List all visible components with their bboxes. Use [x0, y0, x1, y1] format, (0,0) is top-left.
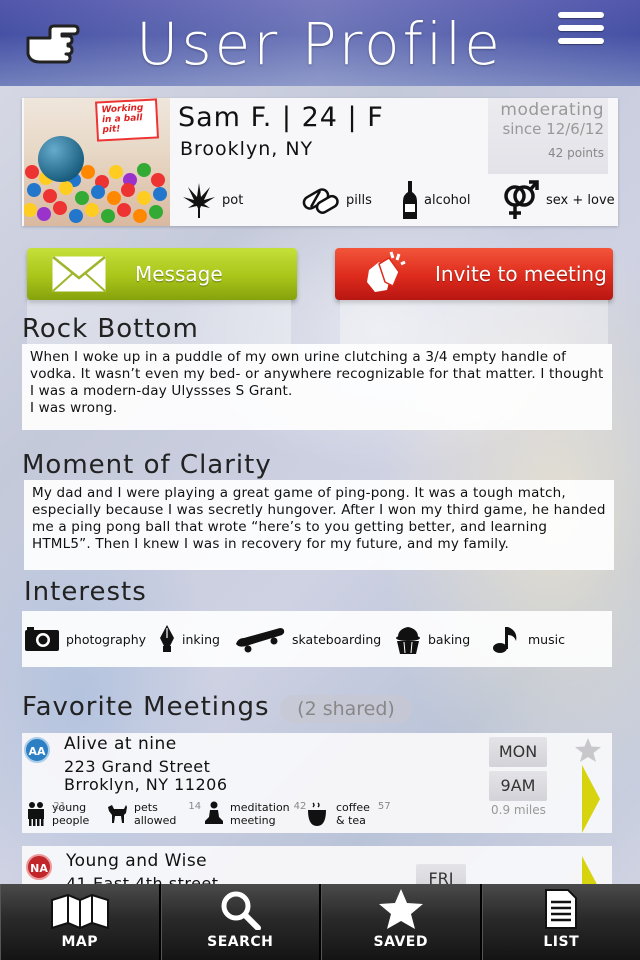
- moment-of-clarity-text: My dad and I were playing a great game o…: [24, 480, 614, 570]
- profile-card: Working in a ball pit! Sam F. | 24 | F B…: [22, 98, 618, 226]
- people-icon: [28, 802, 44, 826]
- user-name-age-gender: Sam F. | 24 | F: [178, 102, 384, 133]
- favorite-meetings-title: Favorite Meetings: [22, 692, 270, 722]
- tab-list[interactable]: LIST: [481, 884, 640, 960]
- meeting-address-line2: Brroklyn, NY 11206: [64, 775, 228, 794]
- map-icon: [50, 894, 109, 930]
- bottle-icon: [403, 181, 417, 219]
- message-button[interactable]: Message: [27, 248, 297, 300]
- skateboard-icon: [236, 628, 285, 653]
- pen-nib-icon: [160, 625, 174, 652]
- tab-search[interactable]: SEARCH: [160, 884, 321, 960]
- meeting-address-line1: 223 Grand Street: [64, 757, 211, 776]
- pills-icon: [302, 188, 339, 214]
- menu-button[interactable]: [558, 8, 608, 48]
- star-icon: [378, 889, 423, 929]
- back-button[interactable]: [22, 20, 82, 70]
- exercise-ball: [38, 136, 84, 182]
- gender-symbols-icon: [504, 180, 539, 219]
- points: 42 points: [548, 146, 604, 160]
- substance-alcohol: alcohol: [402, 178, 470, 222]
- meeting-card[interactable]: NA Young and Wise 41 East 4th street FRI: [22, 846, 612, 884]
- cupcake-icon: [396, 627, 420, 654]
- button-shadow-panel: [340, 300, 608, 344]
- clapping-hands-icon: [367, 251, 406, 292]
- rock-bottom-title: Rock Bottom: [22, 314, 199, 344]
- photo-sign: Working in a ball pit!: [94, 98, 160, 142]
- meeting-name: Young and Wise: [66, 851, 208, 871]
- tab-bar: MAP SEARCH SAVED LIST: [0, 884, 640, 960]
- meeting-distance: 0.9 miles: [491, 803, 546, 817]
- tag-meditation-meeting: meditation meeting 42: [204, 801, 306, 827]
- go-arrow-icon[interactable]: [582, 856, 600, 884]
- meeting-address-line1: 41 East 4th street: [66, 874, 219, 884]
- hamburger-menu-icon: [558, 12, 604, 18]
- envelope-icon: [52, 256, 106, 292]
- meeting-day: FRI: [416, 864, 466, 884]
- substance-sex-love: sex + love: [500, 178, 615, 222]
- fellowship-badge: AA: [24, 737, 50, 763]
- meeting-time: 9AM: [489, 771, 547, 801]
- user-location: Brooklyn, NY: [180, 138, 314, 160]
- pointing-hand-icon: [26, 24, 80, 64]
- meeting-card[interactable]: AA Alive at nine 223 Grand Street Brrokl…: [22, 733, 612, 833]
- moment-of-clarity-title: Moment of Clarity: [22, 450, 272, 480]
- tab-saved[interactable]: SAVED: [321, 884, 482, 960]
- fellowship-badge: NA: [26, 854, 52, 880]
- tab-map[interactable]: MAP: [0, 884, 161, 960]
- rock-bottom-text: When I woke up in a puddle of my own uri…: [22, 344, 612, 430]
- substance-pills: pills: [300, 178, 372, 222]
- avatar[interactable]: Working in a ball pit!: [24, 98, 170, 226]
- list-icon: [545, 889, 578, 929]
- music-note-icon: [493, 627, 517, 653]
- meditation-icon: [205, 801, 223, 824]
- interest-baking[interactable]: baking: [394, 611, 470, 667]
- go-arrow-icon[interactable]: [582, 765, 600, 833]
- tag-coffee-tea: coffee & tea 57: [306, 801, 391, 827]
- tag-young-people: young people 21: [26, 801, 89, 827]
- cannabis-leaf-icon: [183, 183, 215, 218]
- header-bar: User Profile: [0, 0, 640, 86]
- interest-skateboarding[interactable]: skateboarding: [234, 611, 381, 667]
- meeting-day: MON: [489, 737, 547, 767]
- moderator-status: moderating since 12/6/12 42 points: [488, 98, 608, 174]
- interests-title: Interests: [24, 577, 147, 607]
- substance-pot: pot: [182, 178, 243, 222]
- search-icon: [221, 891, 262, 930]
- coffee-icon: [308, 802, 326, 826]
- interests-list: photography inking skateboarding baking: [22, 611, 612, 667]
- camera-icon: [25, 627, 59, 651]
- dog-icon: [108, 805, 127, 823]
- tag-pets-allowed: pets allowed 14: [106, 801, 201, 827]
- meeting-name: Alive at nine: [64, 734, 177, 754]
- page-title: User Profile: [136, 10, 503, 78]
- substances-list: pot pills alcohol sex + love: [178, 178, 618, 222]
- shared-count-badge: (2 shared): [280, 695, 412, 723]
- interest-music[interactable]: music: [490, 611, 565, 667]
- star-icon[interactable]: [574, 737, 602, 763]
- interest-photography[interactable]: photography: [24, 611, 146, 667]
- invite-to-meeting-button[interactable]: Invite to meeting: [335, 248, 613, 300]
- interest-inking[interactable]: inking: [158, 611, 220, 667]
